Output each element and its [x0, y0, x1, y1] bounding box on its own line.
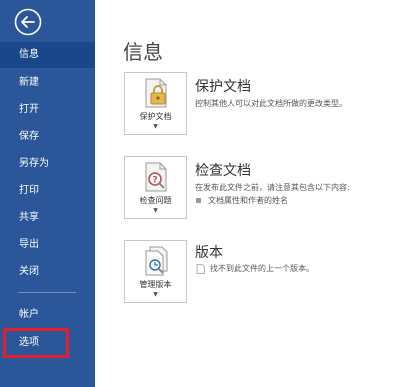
svg-text:?: ? [152, 176, 157, 186]
lock-document-icon [140, 77, 172, 109]
sidebar-item-save-as[interactable]: 另存为 [0, 151, 95, 177]
sidebar-item-open[interactable]: 打开 [0, 97, 95, 123]
sidebar-item-share[interactable]: 共享 [0, 205, 95, 231]
sidebar-item-export[interactable]: 导出 [0, 232, 95, 258]
check-for-issues-button[interactable]: ? 检查问题 ▼ [124, 156, 187, 219]
back-arrow-icon[interactable] [14, 8, 42, 36]
inspect-document-icon: ? [140, 161, 172, 193]
versions-note-row: 找不到此文件的上一个版本。 [196, 263, 314, 274]
chevron-down-icon: ▼ [153, 207, 158, 214]
protect-document-description: 控制其他人可以对此文档所做的更改类型。 [195, 99, 347, 108]
chevron-down-icon: ▼ [153, 123, 158, 130]
inspect-bullet-text: 文档属性和作者的姓名 [208, 196, 288, 205]
inspect-document-description: 在发布此文件之前，请注意其包含以下内容: [195, 183, 350, 192]
sidebar-item-close[interactable]: 关闭 [0, 259, 95, 285]
backstage-sidebar: 信息 新建 打开 保存 另存为 打印 共享 导出 关闭 帐户 选项 [0, 0, 95, 387]
inspect-document-title: 检查文档 [195, 163, 251, 179]
protect-document-title: 保护文档 [195, 79, 251, 95]
manage-versions-button[interactable]: 管理版本 ▼ [124, 240, 187, 303]
chevron-down-icon: ▼ [153, 291, 158, 298]
page-title: 信息 [123, 40, 163, 64]
manage-versions-icon [140, 245, 172, 277]
versions-title: 版本 [195, 245, 223, 261]
sidebar-item-account[interactable]: 帐户 [0, 302, 95, 328]
bullet-square-icon [196, 198, 201, 203]
sidebar-divider [18, 292, 76, 293]
protect-document-button[interactable]: 保护文档 ▼ [124, 72, 187, 135]
manage-versions-tile-label: 管理版本 [139, 280, 172, 289]
sidebar-item-new[interactable]: 新建 [0, 70, 95, 96]
sidebar-item-info[interactable]: 信息 [0, 42, 95, 68]
options-highlight-box [3, 328, 69, 358]
versions-note-text: 找不到此文件的上一个版本。 [210, 264, 314, 273]
sidebar-item-save[interactable]: 保存 [0, 124, 95, 150]
sidebar-item-print[interactable]: 打印 [0, 178, 95, 204]
check-for-issues-tile-label: 检查问题 [139, 196, 172, 205]
protect-document-tile-label: 保护文档 [139, 112, 172, 121]
inspect-bullet-item: 文档属性和作者的姓名 [196, 195, 288, 206]
document-icon [196, 263, 205, 274]
